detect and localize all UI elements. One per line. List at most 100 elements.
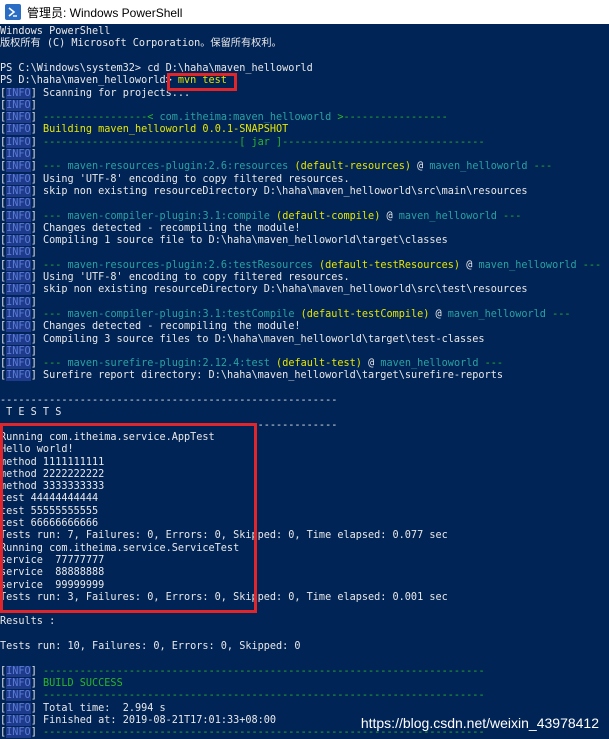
- console-text: BUILD SUCCESS: [42, 677, 123, 689]
- console-text: (default-testResources): [312, 259, 461, 271]
- console-text: ]: [30, 198, 37, 210]
- console-text: @: [380, 210, 399, 222]
- info-tag: INFO: [6, 247, 31, 259]
- info-tag: INFO: [6, 727, 31, 739]
- info-tag: INFO: [6, 210, 31, 222]
- console-text: maven-surefire-plugin:2.12.4:test: [67, 358, 270, 370]
- console-text: T E S T S: [0, 407, 62, 419]
- info-tag: INFO: [6, 284, 31, 296]
- info-tag: INFO: [6, 136, 31, 148]
- console-text: ] Compiling 3 source files to D:\haha\ma…: [30, 333, 485, 345]
- console-text: ----------------------------------------…: [42, 690, 485, 702]
- info-tag: INFO: [6, 235, 31, 247]
- console-text: Results :: [0, 616, 56, 628]
- console-text: ---: [478, 358, 504, 370]
- console-text: ] Compiling 1 source file to D:\haha\mav…: [30, 235, 448, 247]
- console-text: -----------------<: [42, 112, 160, 124]
- console-line: [INFO] Using 'UTF-8' encoding to copy fi…: [0, 173, 350, 186]
- window-title: 管理员: Windows PowerShell: [27, 5, 183, 20]
- console-line: [INFO] Compiling 1 source file to D:\hah…: [0, 235, 448, 247]
- console-text: ---: [42, 358, 68, 370]
- console-line: [INFO]: [0, 149, 37, 161]
- console-text: maven-resources-plugin:2.6:resources: [67, 161, 289, 173]
- info-tag: INFO: [6, 149, 31, 160]
- console-text: ] Surefire report directory: D:\haha\mav…: [30, 370, 503, 382]
- console-line: [INFO] Changes detected - recompiling th…: [0, 222, 301, 235]
- console-text: (default-compile): [269, 210, 381, 222]
- console-text: @: [411, 161, 430, 173]
- console-text: ]: [30, 210, 43, 222]
- console-line: [INFO] Compiling 3 source files to D:\ha…: [0, 333, 485, 346]
- console-line: [INFO] --- maven-compiler-plugin:3.1:tes…: [0, 308, 571, 321]
- console-text: --------------------------------[ jar ]-…: [42, 136, 485, 148]
- info-tag: INFO: [6, 333, 31, 345]
- console-line: [INFO]: [0, 198, 37, 210]
- console-line: [INFO] --------------------------------[…: [0, 136, 485, 149]
- console-text: ]: [30, 358, 43, 370]
- powershell-console[interactable]: Windows PowerShell 版权所有 (C) Microsoft Cor…: [0, 24, 609, 739]
- console-text: ---: [42, 210, 68, 222]
- console-text: ]: [30, 308, 43, 320]
- console-text: maven-compiler-plugin:3.1:compile: [67, 210, 270, 222]
- console-line: [INFO] Surefire report directory: D:\hah…: [0, 370, 503, 382]
- console-text: maven-compiler-plugin:3.1:testCompile: [67, 308, 295, 320]
- console-text: PS D:\haha\maven_helloworld>: [0, 75, 178, 87]
- console-line: [INFO] Changes detected - recompiling th…: [0, 321, 301, 333]
- console-text: ]: [30, 136, 43, 148]
- console-text: ]: [30, 259, 43, 271]
- console-text: ---: [545, 308, 571, 320]
- info-tag: INFO: [6, 345, 31, 357]
- console-text: @: [361, 358, 381, 370]
- info-tag: INFO: [6, 185, 31, 197]
- console-text: ] Using 'UTF-8' encoding to copy filtere…: [30, 173, 350, 185]
- console-text: maven_helloworld: [429, 161, 528, 173]
- console-line: [INFO] --- maven-compiler-plugin:3.1:com…: [0, 210, 521, 223]
- console-text: ]: [30, 727, 43, 739]
- console-line: ----------------------------------------…: [0, 395, 337, 407]
- console-text: ] Finished at: 2019-08-21T17:01:33+08:00: [30, 714, 277, 726]
- console-text: ---: [42, 161, 68, 173]
- console-text: PS C:\Windows\system32> cd D:\haha\maven…: [0, 62, 313, 74]
- console-text: ] Changes detected - recompiling the mod…: [30, 321, 301, 333]
- console-text: com.itheima:maven_helloworld: [159, 112, 332, 124]
- console-text: Windows PowerShell: [0, 26, 111, 37]
- console-text: (default-testCompile): [294, 308, 430, 320]
- info-tag: INFO: [6, 714, 31, 726]
- console-text: ]: [30, 345, 37, 357]
- console-line: Results :: [0, 616, 55, 628]
- console-line: Windows PowerShell: [0, 26, 110, 38]
- console-line: 版权所有 (C) Microsoft Corporation。保留所有权利。: [0, 38, 282, 50]
- window-titlebar[interactable]: 管理员: Windows PowerShell: [0, 0, 609, 24]
- info-tag: INFO: [6, 296, 31, 308]
- info-tag: INFO: [6, 690, 31, 702]
- console-line: [INFO] skip non existing resourceDirecto…: [0, 185, 528, 198]
- console-line: [INFO]: [0, 296, 37, 309]
- console-text: maven_helloworld: [380, 358, 479, 370]
- info-tag: INFO: [6, 702, 31, 714]
- info-tag: INFO: [6, 99, 31, 111]
- console-line: T E S T S: [0, 407, 61, 419]
- console-text: ]: [30, 99, 37, 111]
- info-tag: INFO: [6, 112, 31, 124]
- info-tag: INFO: [6, 272, 31, 283]
- console-text: Building maven_helloworld 0.0.1-SNAPSHOT: [42, 124, 289, 136]
- info-tag: INFO: [6, 259, 31, 271]
- console-line: [INFO] --- maven-resources-plugin:2.6:re…: [0, 161, 552, 173]
- console-line: [INFO] --- maven-surefire-plugin:2.12.4:…: [0, 358, 503, 370]
- powershell-icon: [5, 4, 21, 20]
- console-text: @: [429, 308, 448, 320]
- console-text: maven-resources-plugin:2.6:testResources: [67, 259, 313, 271]
- console-text: ]: [30, 665, 43, 677]
- console-line: [INFO] Finished at: 2019-08-21T17:01:33+…: [0, 714, 277, 727]
- console-text: ]: [30, 690, 43, 702]
- console-text: ]: [30, 247, 37, 259]
- info-tag: INFO: [6, 222, 31, 234]
- console-text: 版权所有 (C) Microsoft Corporation。保留所有权利。: [0, 38, 282, 50]
- console-text: ]: [30, 296, 37, 308]
- console-line: [INFO] -----------------< com.itheima:ma…: [0, 112, 448, 124]
- console-text: ]: [30, 124, 43, 136]
- console-line: [INFO] ---------------------------------…: [0, 665, 485, 678]
- watermark: https://blog.csdn.net/weixin_43978412: [360, 715, 599, 731]
- console-text: ] skip non existing resourceDirectory D:…: [30, 284, 528, 296]
- console-text: ] Total time: 2.994 s: [30, 702, 166, 714]
